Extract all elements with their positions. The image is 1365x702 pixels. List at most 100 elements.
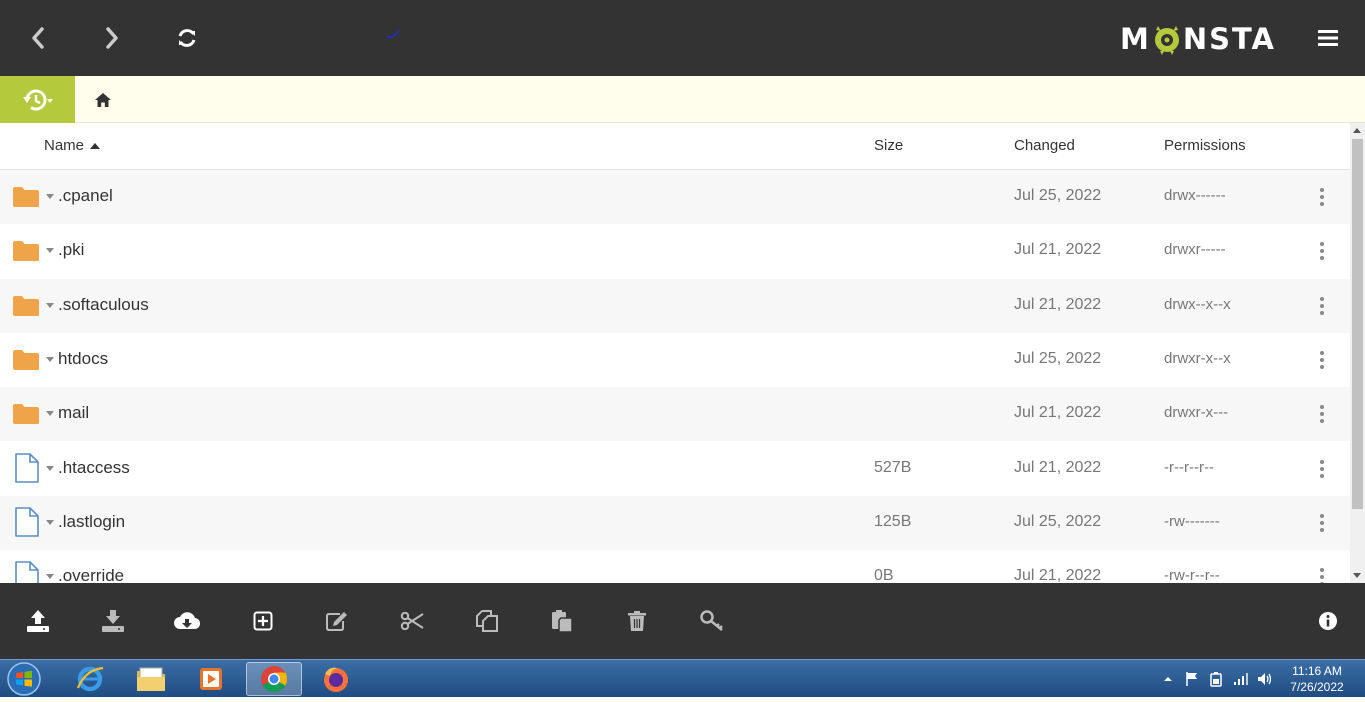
forward-button[interactable] (94, 20, 130, 56)
table-row[interactable]: .softaculous Jul 21, 2022 drwx--x--x (0, 278, 1350, 333)
refresh-button[interactable] (169, 20, 205, 56)
cut-button[interactable] (398, 607, 426, 635)
table-row[interactable]: .cpanel Jul 25, 2022 drwx------ (0, 170, 1350, 224)
trash-icon (628, 611, 646, 631)
more-options-icon[interactable] (1312, 511, 1332, 535)
bottom-toolbar (0, 583, 1365, 659)
item-dropdown-caret-icon[interactable] (46, 411, 54, 417)
scroll-down-arrow-icon[interactable] (1353, 573, 1361, 578)
new-item-button[interactable] (249, 607, 277, 635)
chevron-left-icon (32, 27, 44, 49)
table-row[interactable]: htdocs Jul 25, 2022 drwxr-x--x (0, 332, 1350, 387)
taskbar-firefox[interactable] (308, 662, 364, 696)
name-column-header[interactable]: Name (44, 137, 101, 154)
chrome-icon (261, 666, 288, 693)
item-dropdown-caret-icon[interactable] (46, 248, 54, 254)
system-clock[interactable]: 11:16 AM 7/26/2022 (1282, 663, 1352, 695)
network-signal-icon[interactable] (1233, 669, 1249, 689)
power-icon[interactable] (1208, 669, 1224, 689)
more-options-icon[interactable] (1312, 402, 1332, 426)
top-toolbar: M NSTA (0, 0, 1365, 76)
folder-icon (13, 404, 39, 425)
monsta-logo: M NSTA (1120, 22, 1276, 56)
table-row[interactable]: mail Jul 21, 2022 drwxr-x--- (0, 387, 1350, 442)
item-name[interactable]: .lastlogin (58, 512, 125, 532)
item-name[interactable]: .htaccess (58, 458, 130, 478)
permissions-button[interactable] (698, 607, 726, 635)
more-options-icon[interactable] (1312, 457, 1332, 481)
volume-icon[interactable] (1257, 669, 1273, 689)
file-icon (15, 506, 39, 537)
download-button[interactable] (99, 607, 127, 635)
item-dropdown-caret-icon[interactable] (46, 465, 54, 471)
logo-text-left: M (1120, 22, 1151, 56)
permissions-column-header[interactable]: Permissions (1164, 137, 1246, 154)
edit-icon (326, 612, 347, 631)
scroll-up-arrow-icon[interactable] (1353, 128, 1361, 133)
item-permissions: -rw-r--r-- (1164, 567, 1220, 583)
item-dropdown-caret-icon[interactable] (46, 356, 54, 362)
start-button[interactable] (4, 661, 44, 697)
cloud-download-icon (174, 612, 200, 630)
vertical-scrollbar[interactable] (1350, 123, 1365, 583)
home-breadcrumb-button[interactable] (92, 89, 114, 111)
item-dropdown-caret-icon[interactable] (46, 194, 54, 199)
os-taskbar: 11:16 AM 7/26/2022 (0, 659, 1365, 697)
table-row[interactable]: .lastlogin 125B Jul 25, 2022 -rw------- (0, 495, 1350, 550)
info-button[interactable] (1314, 607, 1342, 635)
more-options-icon[interactable] (1312, 294, 1332, 318)
history-dropdown-button[interactable] (0, 76, 75, 123)
history-icon (22, 89, 53, 110)
show-hidden-icons-button[interactable] (1163, 669, 1173, 689)
action-center-flag-icon[interactable] (1184, 669, 1200, 689)
scrollbar-thumb[interactable] (1352, 139, 1363, 509)
file-icon-wrap (12, 561, 42, 583)
upload-button[interactable] (24, 607, 52, 635)
item-dropdown-caret-icon[interactable] (46, 302, 54, 308)
download-icon (102, 610, 124, 632)
name-header-label: Name (44, 137, 85, 154)
taskbar-file-explorer[interactable] (123, 662, 179, 696)
folder-icon-wrap (12, 237, 42, 265)
firefox-icon (324, 667, 348, 692)
paste-button[interactable] (548, 607, 576, 635)
item-permissions: drwxr-x--x (1164, 349, 1231, 367)
item-dropdown-caret-icon[interactable] (46, 574, 54, 580)
fetch-from-url-button[interactable] (173, 607, 201, 635)
folder-icon-wrap (12, 292, 42, 320)
item-changed: Jul 21, 2022 (1014, 458, 1102, 476)
taskbar-media-player[interactable] (183, 662, 239, 696)
logo-eye-icon (1152, 22, 1182, 56)
item-name[interactable]: .cpanel (58, 186, 113, 206)
chevron-up-icon (1164, 677, 1172, 681)
item-size: 0B (874, 567, 894, 583)
more-options-icon[interactable] (1312, 348, 1332, 372)
taskbar-internet-explorer[interactable] (62, 662, 118, 696)
file-list: Name Size Changed Permissions .cpanel Jul… (0, 123, 1350, 583)
folder-icon (13, 187, 39, 207)
more-options-icon[interactable] (1312, 565, 1332, 583)
item-dropdown-caret-icon[interactable] (46, 519, 54, 525)
main-menu-button[interactable] (1310, 22, 1346, 54)
taskbar-chrome[interactable] (246, 662, 302, 696)
more-options-icon[interactable] (1312, 239, 1332, 263)
item-name[interactable]: .override (58, 566, 124, 583)
copy-button[interactable] (473, 607, 501, 635)
item-name[interactable]: .pki (58, 240, 84, 260)
table-row[interactable]: .htaccess 527B Jul 21, 2022 -r--r--r-- (0, 441, 1350, 496)
item-changed: Jul 21, 2022 (1014, 241, 1102, 259)
item-name[interactable]: .softaculous (58, 295, 149, 315)
edit-button[interactable] (323, 607, 351, 635)
changed-column-header[interactable]: Changed (1014, 137, 1075, 154)
table-row[interactable]: .override 0B Jul 21, 2022 -rw-r--r-- (0, 550, 1350, 583)
item-name[interactable]: mail (58, 403, 89, 423)
internet-explorer-icon (76, 666, 104, 692)
size-column-header[interactable]: Size (874, 137, 903, 154)
file-icon (15, 452, 39, 483)
table-row[interactable]: .pki Jul 21, 2022 drwxr----- (0, 224, 1350, 279)
back-button[interactable] (20, 20, 56, 56)
more-options-icon[interactable] (1312, 185, 1332, 209)
folder-icon (13, 295, 39, 316)
delete-button[interactable] (623, 607, 651, 635)
item-name[interactable]: htdocs (58, 349, 108, 369)
